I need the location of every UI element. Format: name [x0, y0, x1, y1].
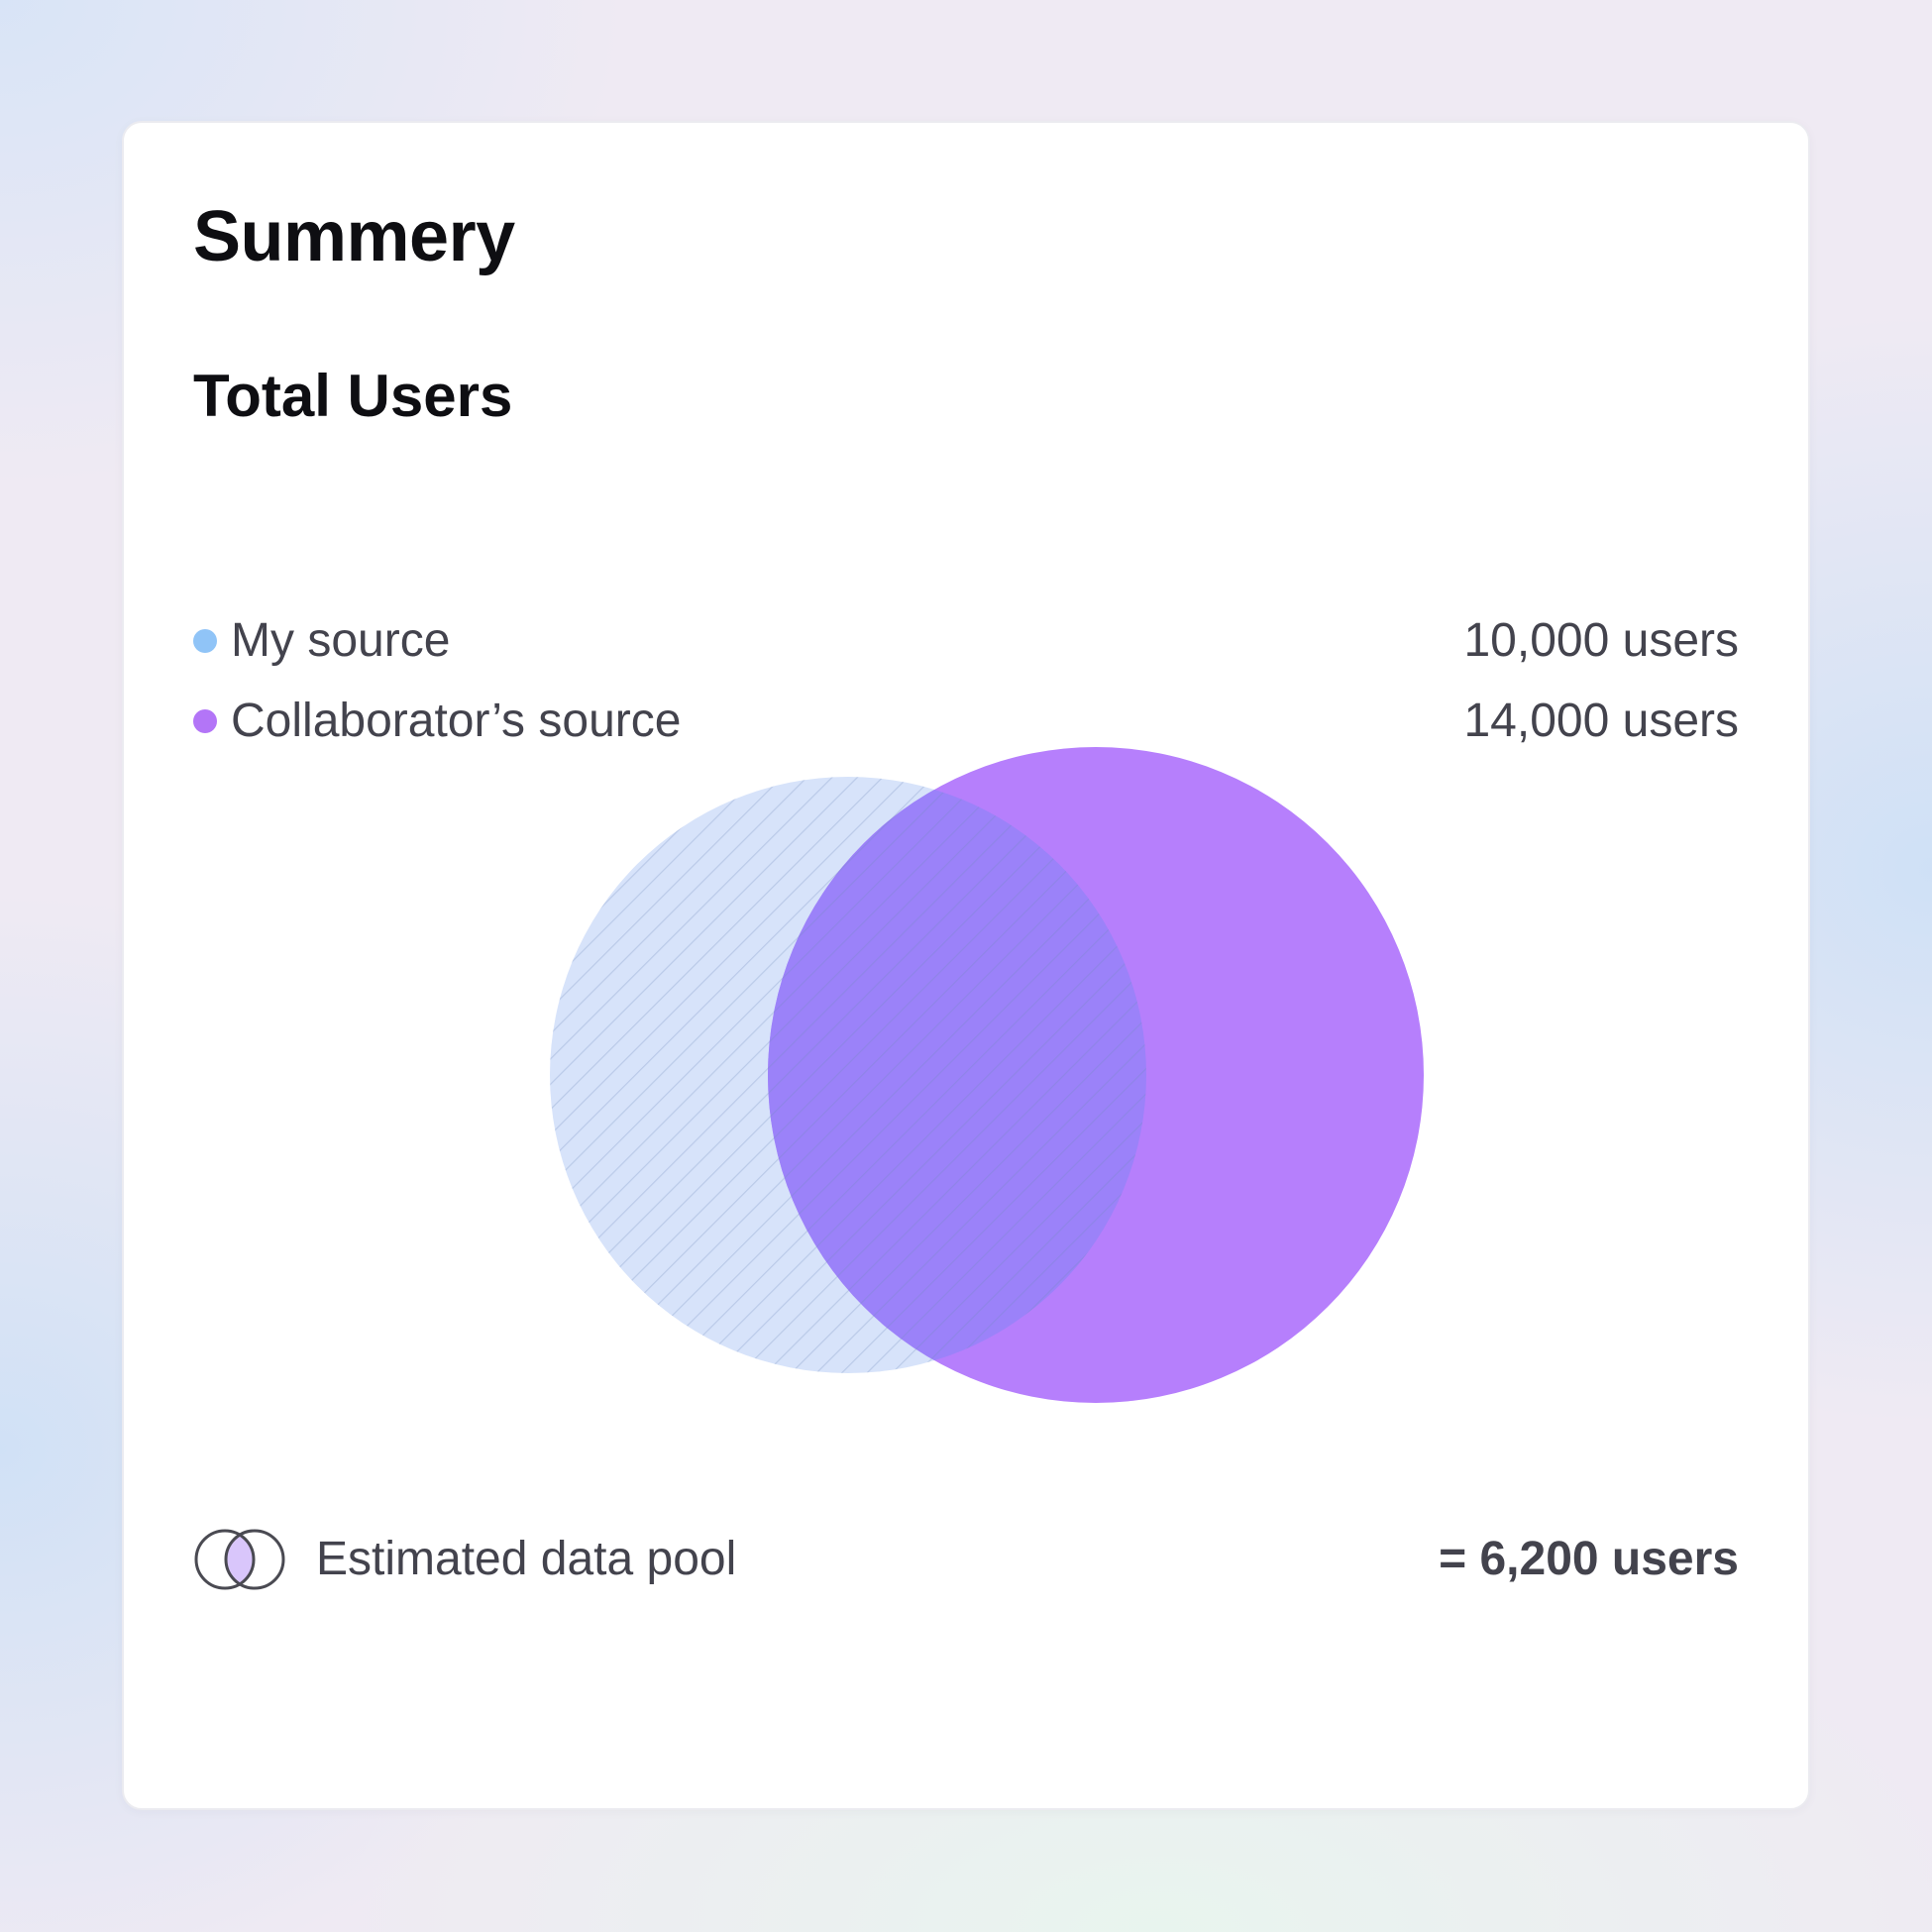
section-title: Total Users: [193, 363, 513, 429]
my-source-hatch: [550, 777, 1146, 1373]
estimated-pool-row: Estimated data pool = 6,200 users: [193, 1515, 1739, 1604]
pool-label: Estimated data pool: [316, 1533, 737, 1585]
legend-value: 10,000 users: [1463, 614, 1739, 667]
legend-value: 14,000 users: [1463, 695, 1739, 747]
collaborator-source-circle: [768, 747, 1424, 1403]
legend-item-collaborator-source: Collaborator’s source 14,000 users: [193, 687, 1739, 756]
my-source-circle: [550, 777, 1146, 1373]
collaborator-source-dot-icon: [193, 709, 217, 733]
summary-card: Summery Total Users My source 10,000 use…: [122, 121, 1810, 1810]
card-title: Summery: [193, 197, 515, 276]
overlap-region: [768, 777, 1146, 1373]
legend-item-my-source: My source 10,000 users: [193, 606, 1739, 676]
legend-label: Collaborator’s source: [231, 695, 682, 747]
legend-label: My source: [231, 614, 451, 667]
my-source-dot-icon: [193, 629, 217, 653]
pool-value: = 6,200 users: [1439, 1533, 1739, 1585]
venn-overlap-icon: [194, 1529, 285, 1590]
